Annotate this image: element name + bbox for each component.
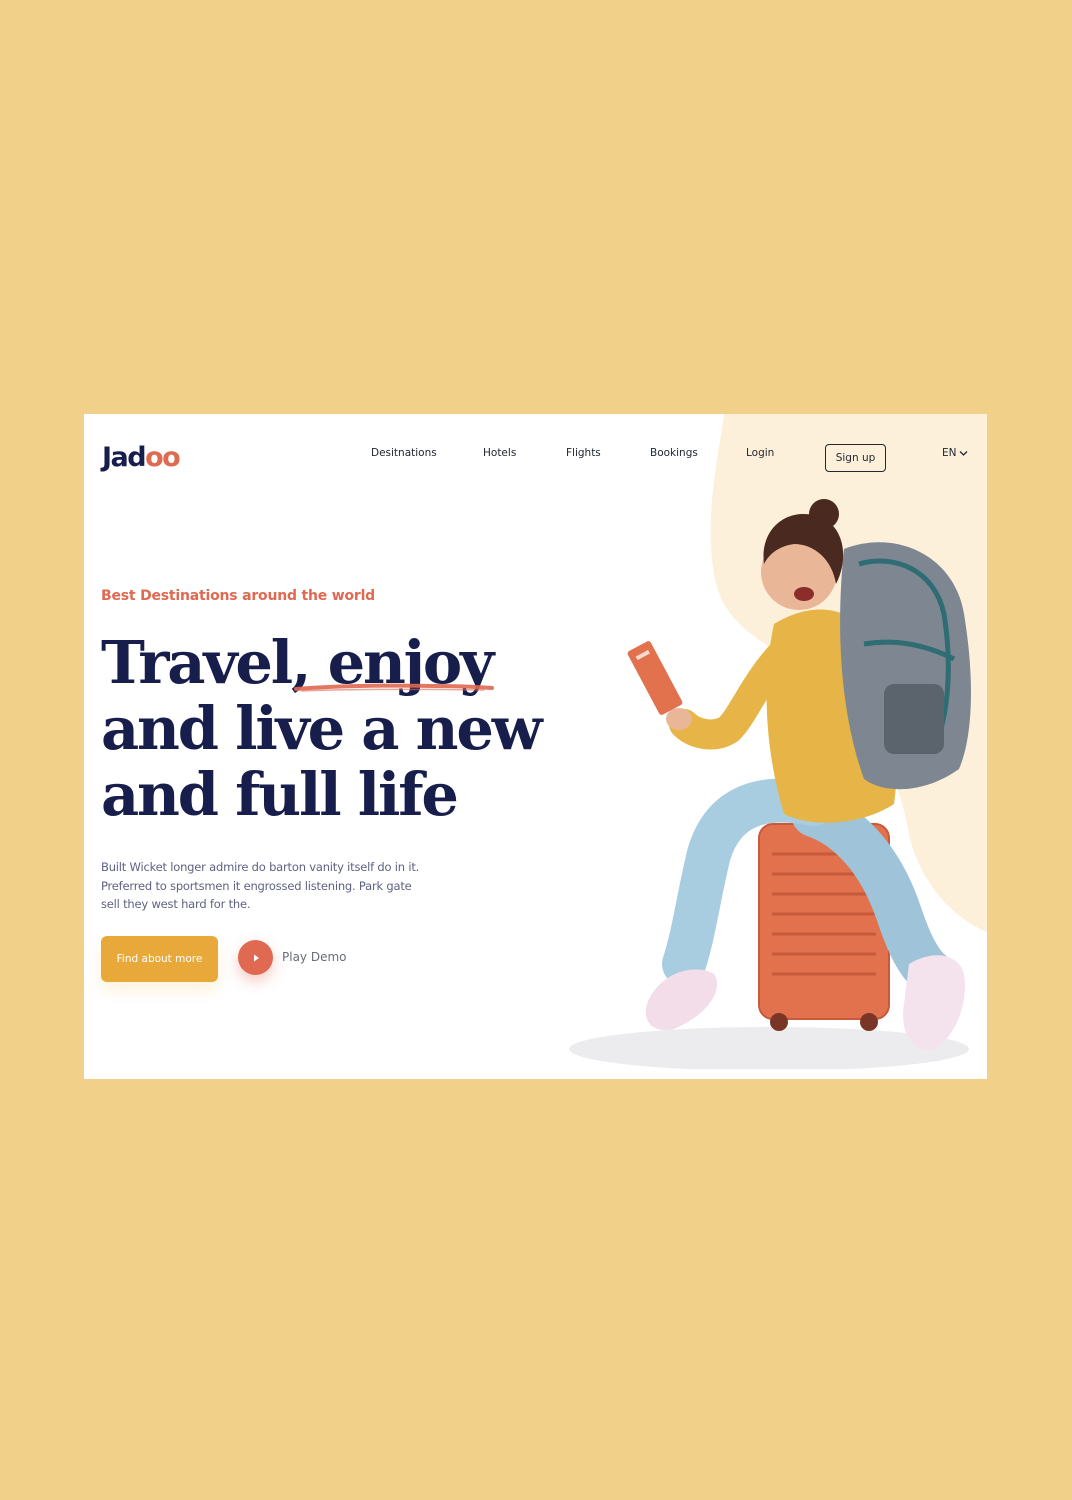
brush-underline bbox=[294, 683, 494, 692]
hero-description: Built Wicket longer admire do barton van… bbox=[101, 860, 420, 911]
language-selector[interactable]: EN bbox=[942, 447, 968, 459]
nav-item-bookings[interactable]: Bookings bbox=[650, 447, 698, 459]
headline-line-3: and full life bbox=[101, 760, 459, 829]
nav-item-destinations[interactable]: Desitnations bbox=[371, 447, 437, 459]
hero-headline: Travel, enjoy and live a new and full li… bbox=[101, 630, 571, 828]
play-demo-button[interactable] bbox=[238, 940, 273, 975]
play-icon bbox=[253, 954, 259, 961]
chevron-down-icon bbox=[959, 450, 967, 456]
nav-item-hotels[interactable]: Hotels bbox=[483, 447, 516, 459]
headline-line-2: and live a new bbox=[101, 694, 543, 763]
hero-tagline: Best Destinations around the world bbox=[101, 588, 376, 604]
nav-item-login[interactable]: Login bbox=[746, 447, 774, 459]
nav-item-flights[interactable]: Flights bbox=[566, 447, 601, 459]
landing-card: Jadoo Desitnations Hotels Flights Bookin… bbox=[84, 414, 987, 1079]
play-demo-label[interactable]: Play Demo bbox=[282, 950, 347, 964]
traveler-illustration bbox=[569, 499, 971, 1069]
find-about-more-button[interactable]: Find about more bbox=[101, 936, 218, 982]
signup-button[interactable]: Sign up bbox=[825, 444, 886, 472]
language-label: EN bbox=[942, 447, 957, 459]
